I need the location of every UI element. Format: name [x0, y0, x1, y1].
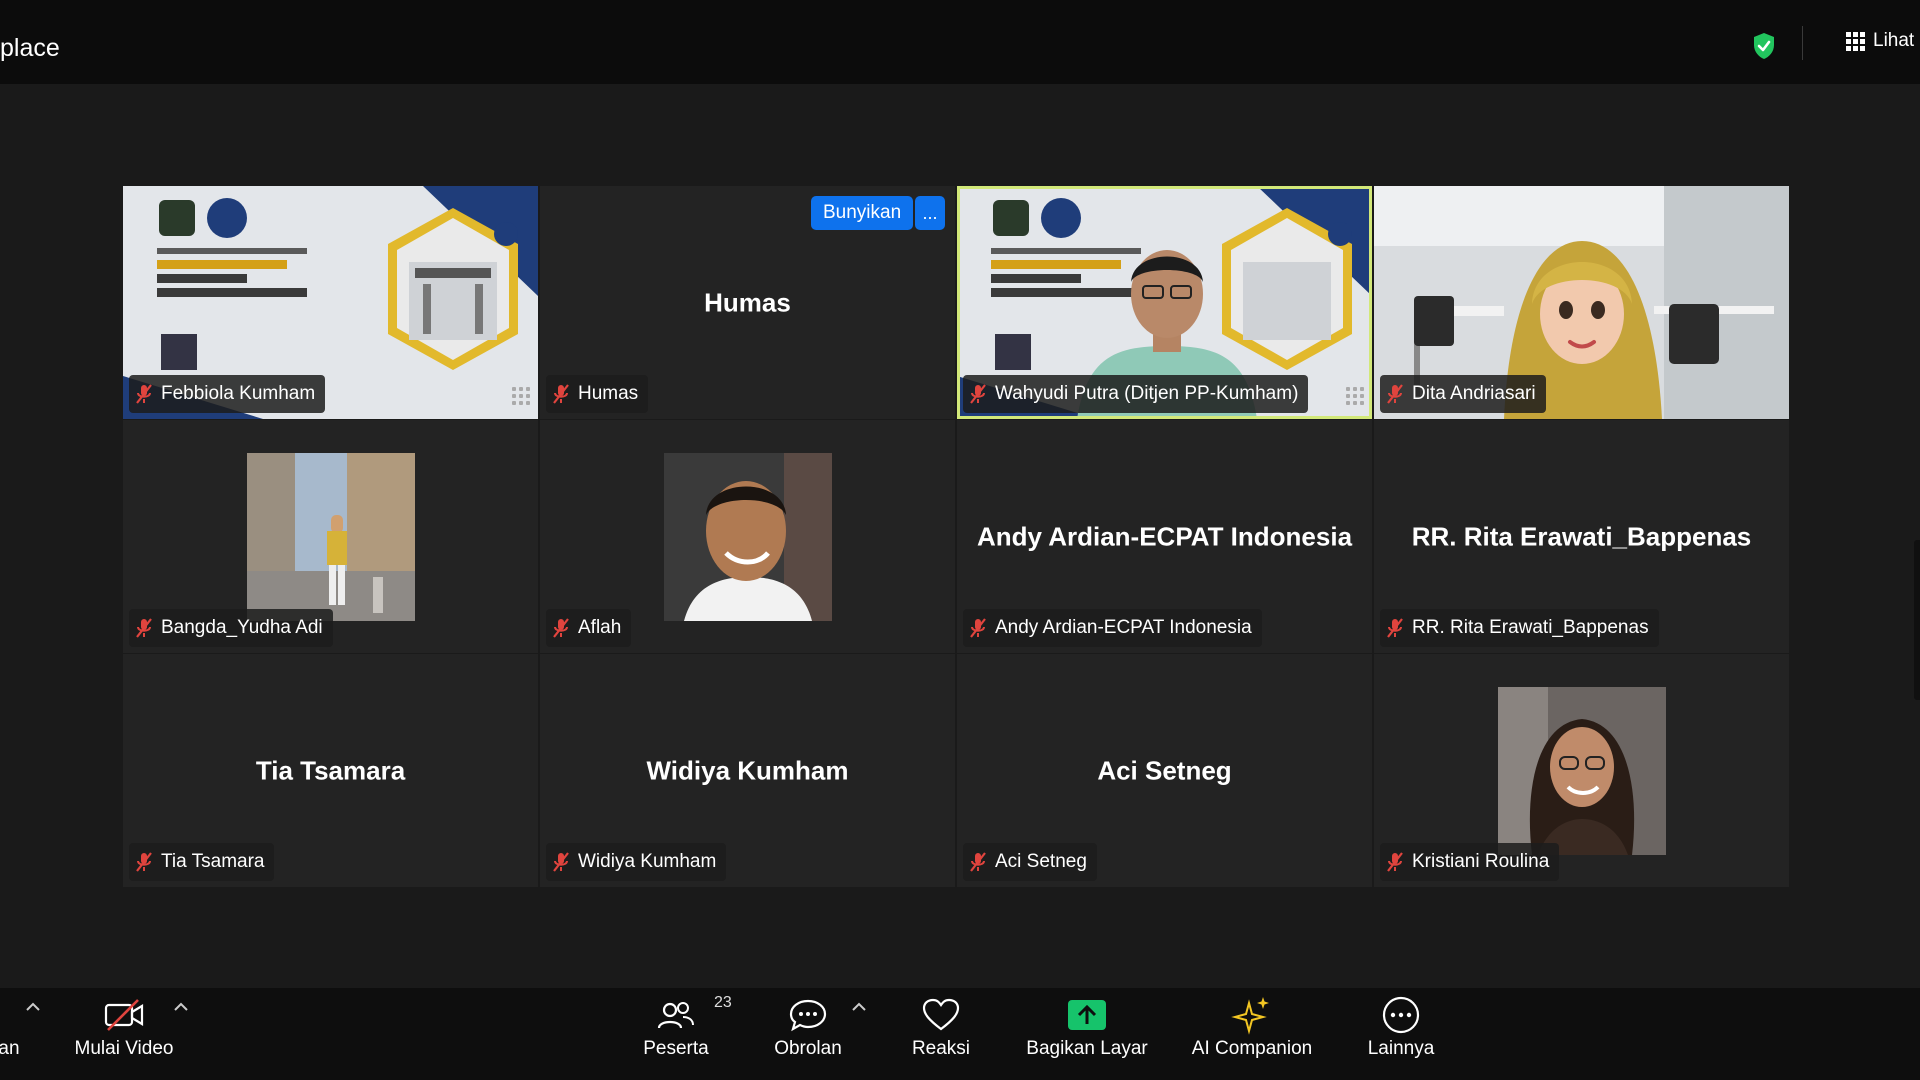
participant-avatar: [663, 452, 832, 621]
participant-tile-kristiani[interactable]: Kristiani Roulina: [1374, 654, 1789, 887]
view-label: Lihat: [1873, 30, 1915, 51]
audio-button[interactable]: an: [0, 988, 20, 1080]
participant-name-tag: Dita Andriasari: [1380, 375, 1546, 413]
participant-name-tag: Humas: [546, 375, 649, 413]
participant-name: Humas: [578, 383, 639, 404]
heart-icon: [922, 998, 960, 1031]
mic-muted-icon: [136, 384, 152, 404]
participant-name: RR. Rita Erawati_Bappenas: [1412, 617, 1649, 638]
participant-name: Tia Tsamara: [161, 851, 265, 872]
divider: [1802, 26, 1803, 60]
participant-name-tag: Tia Tsamara: [129, 843, 275, 881]
chat-button[interactable]: Obrolan: [768, 988, 848, 1080]
participants-button[interactable]: 23 Peserta: [636, 988, 732, 1080]
view-button[interactable]: Lihat: [1846, 30, 1914, 52]
mic-muted-icon: [1387, 618, 1403, 638]
participant-name-tag: Wahyudi Putra (Ditjen PP-Kumham): [963, 375, 1309, 413]
participant-display-name: Widiya Kumham: [646, 755, 849, 785]
tile-options-icon[interactable]: [512, 387, 530, 405]
chat-options-caret-icon[interactable]: [850, 1000, 868, 1014]
participant-tile-humas[interactable]: Humas Bunyikan ... Humas: [540, 186, 955, 419]
participant-tile-widiya[interactable]: Widiya Kumham Widiya Kumham: [540, 654, 955, 887]
audio-options-caret-icon[interactable]: [24, 1000, 42, 1014]
start-video-button[interactable]: Mulai Video: [64, 988, 184, 1080]
participant-display-name: Humas: [704, 287, 791, 317]
participant-name-tag: Aci Setneg: [963, 843, 1097, 881]
participant-name: Febbiola Kumham: [161, 383, 316, 404]
video-gallery: Febbiola Kumham Humas Bunyikan ... Humas: [0, 84, 1920, 988]
participant-tile-aci[interactable]: Aci Setneg Aci Setneg: [957, 654, 1372, 887]
ai-sparkle-icon: [1231, 997, 1269, 1035]
mic-muted-icon: [136, 852, 152, 872]
participant-avatar: [1497, 686, 1666, 855]
participant-display-name: Tia Tsamara: [255, 755, 406, 785]
video-options-caret-icon[interactable]: [172, 1000, 190, 1014]
participants-label: Peserta: [643, 1038, 709, 1059]
start-video-label: Mulai Video: [74, 1038, 174, 1059]
top-bar: place Lihat: [0, 0, 1920, 84]
more-label: Lainnya: [1367, 1038, 1435, 1059]
more-icon: [1382, 996, 1420, 1034]
participant-name-tag: Aflah: [546, 609, 632, 647]
mic-muted-icon: [553, 852, 569, 872]
participant-avatar: [246, 452, 415, 621]
participant-name-tag: Febbiola Kumham: [129, 375, 326, 413]
mic-muted-icon: [553, 618, 569, 638]
mic-muted-icon: [136, 618, 152, 638]
chat-label: Obrolan: [774, 1038, 842, 1059]
participant-tile-bangda[interactable]: Bangda_Yudha Adi: [123, 420, 538, 653]
audio-label: an: [0, 1038, 20, 1059]
reactions-button[interactable]: Reaksi: [901, 988, 981, 1080]
participant-name: Bangda_Yudha Adi: [161, 617, 323, 638]
video-off-icon: [104, 999, 144, 1031]
more-button[interactable]: Lainnya: [1361, 988, 1441, 1080]
mic-muted-icon: [1387, 384, 1403, 404]
participant-name-tag: Andy Ardian-ECPAT Indonesia: [963, 609, 1262, 647]
participant-display-name: Aci Setneg: [1097, 755, 1232, 785]
reactions-label: Reaksi: [911, 1038, 971, 1059]
participant-name: Andy Ardian-ECPAT Indonesia: [995, 617, 1252, 638]
gallery-next-page-handle[interactable]: [1914, 540, 1920, 700]
unmute-request-button[interactable]: Bunyikan: [811, 196, 914, 230]
grid-view-icon: [1846, 31, 1865, 51]
mic-muted-icon: [553, 384, 569, 404]
participant-tile-febbiola[interactable]: Febbiola Kumham: [123, 186, 538, 419]
participant-tile-rita[interactable]: RR. Rita Erawati_Bappenas RR. Rita Erawa…: [1374, 420, 1789, 653]
participant-tile-dita[interactable]: Dita Andriasari: [1374, 186, 1789, 419]
participant-name-tag: Widiya Kumham: [546, 843, 727, 881]
participant-tile-andy[interactable]: Andy Ardian-ECPAT Indonesia Andy Ardian-…: [957, 420, 1372, 653]
meeting-toolbar: an Mulai Video 23 Peserta Obrolan Reaksi…: [0, 988, 1920, 1080]
ai-companion-button[interactable]: AI Companion: [1182, 988, 1322, 1080]
mic-muted-icon: [1387, 852, 1403, 872]
mic-muted-icon: [970, 618, 986, 638]
participant-name-tag: Bangda_Yudha Adi: [129, 609, 333, 647]
participant-name: Aci Setneg: [995, 851, 1087, 872]
participant-tile-aflah[interactable]: Aflah: [540, 420, 955, 653]
participants-icon: [657, 1002, 694, 1029]
participant-name-tag: Kristiani Roulina: [1380, 843, 1560, 881]
ai-companion-label: AI Companion: [1191, 1038, 1313, 1059]
participant-display-name: RR. Rita Erawati_Bappenas: [1411, 521, 1752, 551]
participant-name: Widiya Kumham: [578, 851, 717, 872]
participants-count: 23: [714, 994, 732, 1011]
participant-name: Kristiani Roulina: [1412, 851, 1550, 872]
participant-name: Wahyudi Putra (Ditjen PP-Kumham): [995, 383, 1299, 404]
participant-tile-tia[interactable]: Tia Tsamara Tia Tsamara: [123, 654, 538, 887]
share-screen-label: Bagikan Layar: [1026, 1038, 1148, 1059]
chat-icon: [789, 999, 827, 1032]
meeting-title: place: [0, 34, 60, 62]
participant-display-name: Andy Ardian-ECPAT Indonesia: [976, 521, 1353, 551]
share-screen-icon: [1068, 1000, 1106, 1030]
participant-tile-wahyudi[interactable]: Wahyudi Putra (Ditjen PP-Kumham): [957, 186, 1372, 419]
participant-name: Aflah: [578, 617, 622, 638]
tile-more-button[interactable]: ...: [915, 196, 945, 230]
participant-name-tag: RR. Rita Erawati_Bappenas: [1380, 609, 1659, 647]
mic-muted-icon: [970, 852, 986, 872]
encryption-shield-icon[interactable]: [1752, 32, 1776, 60]
mic-muted-icon: [970, 384, 986, 404]
share-screen-button[interactable]: Bagikan Layar: [1017, 988, 1157, 1080]
tile-options-icon[interactable]: [1346, 387, 1364, 405]
participant-name: Dita Andriasari: [1412, 383, 1536, 404]
